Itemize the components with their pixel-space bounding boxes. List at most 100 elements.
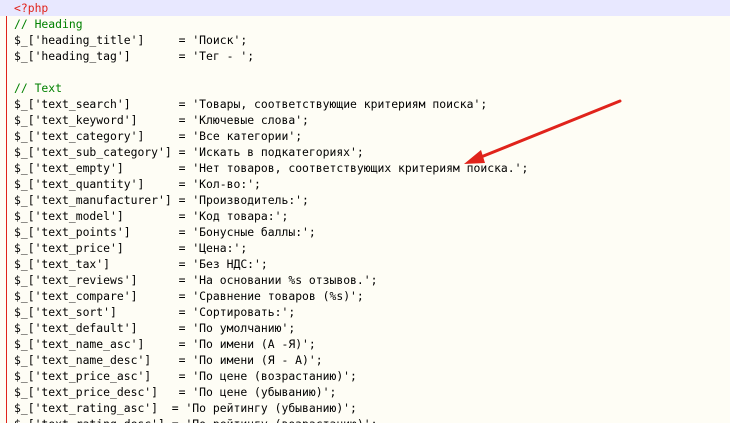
php-open-tag: <?php <box>14 1 49 15</box>
alignment-padding <box>131 225 179 239</box>
assign-operator: = <box>178 97 193 111</box>
alignment-padding <box>158 401 172 415</box>
alignment-padding <box>131 97 179 111</box>
alignment-padding <box>137 321 178 335</box>
code-line[interactable]: $_['text_category'] = 'Все категории'; <box>14 128 730 144</box>
string-value: 'По рейтингу (возрастанию)'; <box>185 417 377 423</box>
code-line[interactable]: $_['text_price_desc'] = 'По цене (убыван… <box>14 384 730 400</box>
alignment-padding <box>172 145 179 159</box>
code-line[interactable]: $_['text_tax'] = 'Без НДС:'; <box>14 256 730 272</box>
code-line[interactable]: $_['text_price_asc'] = 'По цене (возраст… <box>14 368 730 384</box>
array-key: $_['text_quantity'] <box>14 177 145 191</box>
assign-operator: = <box>178 305 193 319</box>
code-line[interactable]: $_['text_manufacturer'] = 'Производитель… <box>14 192 730 208</box>
code-line[interactable]: $_['text_price'] = 'Цена:'; <box>14 240 730 256</box>
assign-operator: = <box>172 417 186 423</box>
assign-operator: = <box>171 401 186 415</box>
array-key: $_['text_reviews'] <box>14 273 138 287</box>
code-line[interactable]: $_['text_quantity'] = 'Кол-во:'; <box>14 176 730 192</box>
array-key: $_['heading_title'] <box>14 33 145 47</box>
alignment-padding <box>117 305 179 319</box>
assign-operator: = <box>178 289 193 303</box>
assign-operator: = <box>178 49 193 63</box>
array-key: $_['text_price_desc'] <box>14 385 159 399</box>
code-comment: // Heading <box>14 17 83 31</box>
code-line[interactable]: $_['text_compare'] = 'Сравнение товаров … <box>14 288 730 304</box>
assign-operator: = <box>178 161 193 175</box>
string-value: 'Ключевые слова'; <box>192 113 309 127</box>
alignment-padding <box>165 417 172 423</box>
assign-operator: = <box>178 353 193 367</box>
array-key: $_['text_default'] <box>14 321 138 335</box>
assign-operator: = <box>178 369 193 383</box>
assign-operator: = <box>178 225 193 239</box>
string-value: 'Бонусные баллы:'; <box>192 225 316 239</box>
assign-operator: = <box>178 33 193 47</box>
code-comment: // Text <box>14 81 63 95</box>
fold-range-line <box>6 14 7 423</box>
code-line[interactable]: $_['text_rating_asc'] = 'По рейтингу (уб… <box>14 400 730 416</box>
array-key: $_['text_name_desc'] <box>14 353 152 367</box>
assign-operator: = <box>178 193 193 207</box>
array-key: $_['heading_tag'] <box>14 49 131 63</box>
alignment-padding <box>144 33 178 47</box>
string-value: 'По имени (Я - А)'; <box>192 353 323 367</box>
assign-operator: = <box>178 273 193 287</box>
array-key: $_['text_tax'] <box>14 257 111 271</box>
code-line[interactable]: $_['text_points'] = 'Бонусные баллы:'; <box>14 224 730 240</box>
code-line[interactable]: $_['text_name_desc'] = 'По имени (Я - А)… <box>14 352 730 368</box>
alignment-padding <box>137 113 178 127</box>
code-line[interactable]: $_['text_sort'] = 'Сортировать:'; <box>14 304 730 320</box>
alignment-padding <box>172 193 179 207</box>
code-line[interactable]: // Text <box>14 80 730 96</box>
code-line[interactable]: $_['text_sub_category'] = 'Искать в подк… <box>14 144 730 160</box>
code-lines[interactable]: <?php // Heading $_['heading_title'] = 'П… <box>0 0 730 423</box>
code-line-blank[interactable] <box>14 64 730 80</box>
string-value: 'По имени (А -Я)'; <box>192 337 316 351</box>
string-value: 'По цене (убыванию)'; <box>192 385 337 399</box>
code-line[interactable]: $_['text_reviews'] = 'На основании %s от… <box>14 272 730 288</box>
array-key: $_['text_name_asc'] <box>14 337 145 351</box>
string-value: 'Кол-во:'; <box>192 177 261 191</box>
string-value: 'Сравнение товаров (%s)'; <box>192 289 364 303</box>
code-line[interactable]: $_['heading_tag'] = 'Тег - '; <box>14 48 730 64</box>
code-line[interactable]: $_['heading_title'] = 'Поиск'; <box>14 32 730 48</box>
assign-operator: = <box>178 209 193 223</box>
assign-operator: = <box>178 337 193 351</box>
code-line-php-open[interactable]: <?php <box>0 0 730 16</box>
assign-operator: = <box>178 321 193 335</box>
array-key: $_['text_empty'] <box>14 161 124 175</box>
string-value: 'Нет товаров, соответствующих критериям … <box>192 161 529 175</box>
array-key: $_['text_price_asc'] <box>14 369 152 383</box>
string-value: 'Производитель:'; <box>192 193 309 207</box>
string-value: 'По цене (возрастанию)'; <box>192 369 357 383</box>
code-line[interactable]: $_['text_keyword'] = 'Ключевые слова'; <box>14 112 730 128</box>
code-line[interactable]: $_['text_rating_desc'] = 'По рейтингу (в… <box>14 416 730 423</box>
assign-operator: = <box>178 129 193 143</box>
string-value: 'По рейтингу (убыванию)'; <box>185 401 357 415</box>
alignment-padding <box>124 161 179 175</box>
code-line[interactable]: $_['text_empty'] = 'Нет товаров, соответ… <box>14 160 730 176</box>
array-key: $_['text_sub_category'] <box>14 145 172 159</box>
code-line[interactable]: // Heading <box>14 16 730 32</box>
array-key: $_['text_search'] <box>14 97 131 111</box>
code-line[interactable]: $_['text_name_asc'] = 'По имени (А -Я)'; <box>14 336 730 352</box>
code-line[interactable]: $_['text_search'] = 'Товары, соответству… <box>14 96 730 112</box>
alignment-padding <box>137 289 178 303</box>
alignment-padding <box>144 177 178 191</box>
array-key: $_['text_rating_asc'] <box>14 401 159 415</box>
alignment-padding <box>137 273 178 287</box>
code-line[interactable]: $_['text_model'] = 'Код товара:'; <box>14 208 730 224</box>
assign-operator: = <box>178 385 193 399</box>
alignment-padding <box>144 129 178 143</box>
array-key: $_['text_points'] <box>14 225 131 239</box>
code-editor[interactable]: <?php // Heading $_['heading_title'] = 'П… <box>0 0 730 423</box>
array-key: $_['text_category'] <box>14 129 145 143</box>
string-value: 'Поиск'; <box>192 33 248 47</box>
array-key: $_['text_price'] <box>14 241 124 255</box>
assign-operator: = <box>178 145 193 159</box>
string-value: 'По умолчанию'; <box>192 321 296 335</box>
alignment-padding <box>124 241 179 255</box>
assign-operator: = <box>178 257 193 271</box>
code-line[interactable]: $_['text_default'] = 'По умолчанию'; <box>14 320 730 336</box>
